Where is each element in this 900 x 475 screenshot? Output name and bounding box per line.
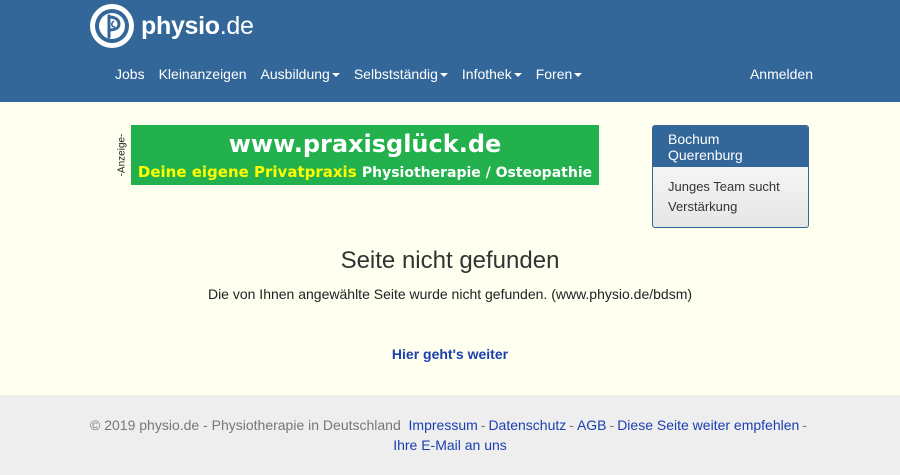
logo-text: physio.de <box>141 12 254 41</box>
footer-link-datenschutz[interactable]: Datenschutz <box>488 417 566 433</box>
page-title: Seite nicht gefunden <box>340 247 560 274</box>
ad-label-text: -Anzeige- <box>116 133 128 177</box>
job-teaser-text: Junges Team sucht Verstärkung <box>668 179 780 214</box>
footer-separator: - <box>569 417 574 433</box>
logo-icon <box>90 4 134 48</box>
nav-item-kleinanzeigen[interactable]: Kleinanzeigen <box>159 66 247 82</box>
logo-text-domain: .de <box>219 11 254 40</box>
physio-glyph-icon <box>107 14 121 39</box>
footer-separator: - <box>609 417 615 433</box>
login-link[interactable]: Anmelden <box>750 66 813 82</box>
nav-item-foren[interactable]: Foren <box>536 66 583 82</box>
nav-item-label: Infothek <box>461 66 512 82</box>
nav-item-label: Selbstständig <box>353 66 438 82</box>
site-header: physio.de Jobs Kleinanzeigen Ausbildung … <box>0 0 900 102</box>
error-message: Die von Ihnen angewählte Seite wurde nic… <box>207 286 693 302</box>
ad-label: -Anzeige- <box>113 127 131 183</box>
footer-line: Ihre E-Mail an uns <box>0 437 900 453</box>
nav-item-ausbildung[interactable]: Ausbildung <box>261 66 340 82</box>
ad-banner[interactable]: www.praxisglück.de Deine eigene Privatpr… <box>131 125 599 185</box>
continue-container: Hier geht's weiter <box>0 346 900 362</box>
caret-down-icon <box>513 73 522 77</box>
caret-down-icon <box>574 73 583 77</box>
main-nav: Jobs Kleinanzeigen Ausbildung Selbststän… <box>115 66 596 82</box>
footer-link-impressum[interactable]: Impressum <box>409 417 478 433</box>
ad-tagline-rest: Physiotherapie / Osteopathie <box>361 165 593 181</box>
caret-down-icon <box>439 73 448 77</box>
site-logo[interactable]: physio.de <box>90 4 254 48</box>
job-teaser-title: Bochum Querenburg <box>653 126 808 167</box>
caret-down-icon <box>331 73 340 77</box>
footer-link-email[interactable]: Ihre E-Mail an uns <box>393 437 507 453</box>
footer-separator: - <box>480 417 486 433</box>
continue-link[interactable]: Hier geht's weiter <box>392 346 508 362</box>
nav-item-selbststaendig[interactable]: Selbstständig <box>354 66 448 82</box>
footer-line: © 2019 physio.de - Physiotherapie in Deu… <box>0 417 900 433</box>
logo-text-bold: physio <box>141 11 220 40</box>
nav-item-label: Foren <box>535 66 573 82</box>
footer-link-recommend[interactable]: Diese Seite weiter empfehlen <box>617 417 799 433</box>
job-teaser-box[interactable]: Bochum Querenburg Junges Team sucht Vers… <box>652 125 809 228</box>
nav-item-infothek[interactable]: Infothek <box>462 66 522 82</box>
ad-banner-url: www.praxisglück.de <box>228 130 502 158</box>
ad-banner-tagline: Deine eigene Privatpraxis Physiotherapie… <box>131 163 599 181</box>
footer-copyright: © 2019 physio.de - Physiotherapie in Deu… <box>90 417 401 433</box>
site-footer: © 2019 physio.de - Physiotherapie in Deu… <box>0 395 900 475</box>
nav-item-label: Kleinanzeigen <box>158 66 247 82</box>
ad-tagline-highlight: Deine eigene Privatpraxis <box>137 163 357 181</box>
footer-link-agb[interactable]: AGB <box>577 417 607 433</box>
nav-item-label: Jobs <box>115 66 145 82</box>
nav-item-label: Ausbildung <box>260 66 330 82</box>
footer-separator: - <box>802 417 807 433</box>
nav-item-jobs[interactable]: Jobs <box>115 66 145 82</box>
